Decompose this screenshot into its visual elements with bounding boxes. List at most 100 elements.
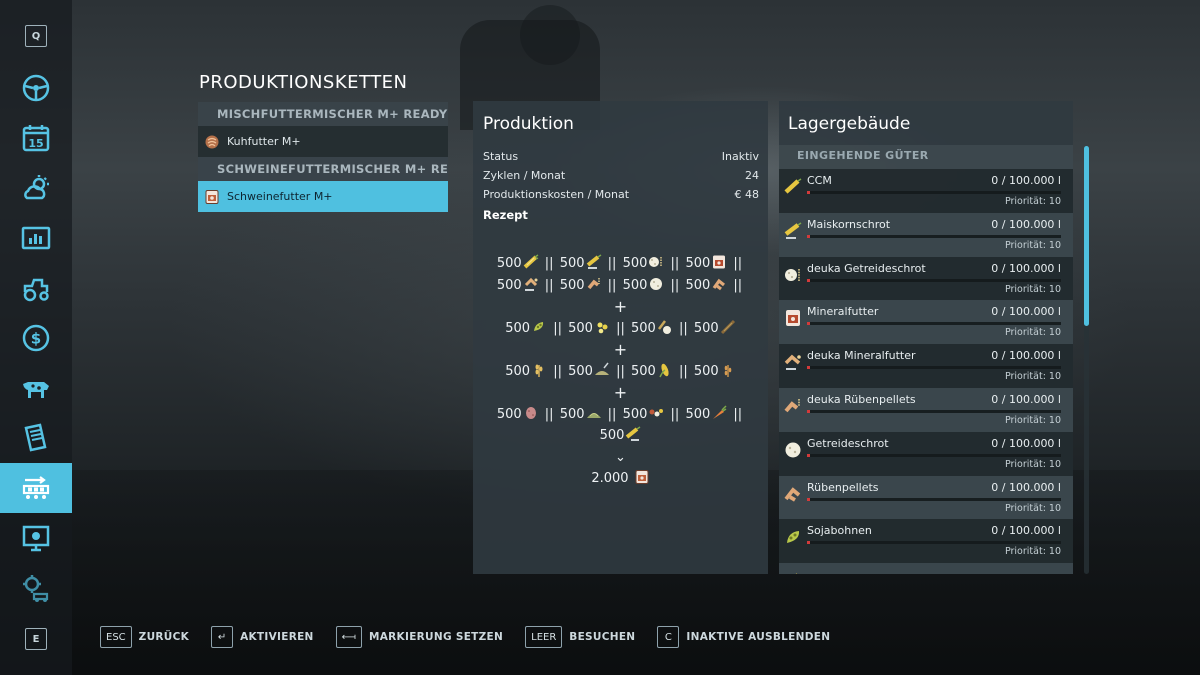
recipe-amount: 500: [631, 363, 656, 379]
fill-level-bar: [807, 409, 1061, 413]
sidebar-item-settings[interactable]: [0, 563, 72, 613]
recipe-amount: 500: [599, 428, 625, 443]
goods-row[interactable]: Sojabohnen 0 / 100.000 l Priorität: 10: [779, 519, 1073, 564]
chain-item-kuhfutter[interactable]: Kuhfutter M+: [198, 126, 448, 157]
corn-meal-icon: [586, 254, 601, 269]
goods-name: deuka Rübenpellets: [807, 392, 916, 406]
activate-hint[interactable]: ↵ AKTIVIEREN: [211, 626, 314, 648]
chain-item-label: Kuhfutter M+: [227, 135, 301, 148]
goods-row[interactable]: Rübenpellets 0 / 100.000 l Priorität: 10: [779, 475, 1073, 520]
page-title: PRODUKTIONSKETTEN: [199, 72, 408, 93]
goods-row[interactable]: [779, 563, 1073, 574]
prev-page-key[interactable]: Q: [25, 25, 47, 47]
main-menu-sidebar: Q 15 $ E: [0, 0, 72, 675]
next-page-key[interactable]: E: [25, 628, 47, 650]
carrot-icon: [713, 404, 727, 419]
status-value: Inaktiv: [721, 150, 759, 163]
back-hint[interactable]: ESC ZURÜCK: [100, 626, 189, 648]
sidebar-item-weather[interactable]: [0, 163, 72, 213]
hay-icon: [586, 412, 601, 418]
storage-panel: Lagergebäude EINGEHENDE GÜTER CCM 0 / 10…: [779, 101, 1073, 574]
goods-name: Mineralfutter: [807, 305, 879, 319]
goods-row[interactable]: Maiskornschrot 0 / 100.000 l Priorität: …: [779, 212, 1073, 257]
beet-pellets-icon: [587, 277, 600, 289]
soybean-icon: [787, 531, 800, 544]
goods-amount: 0 / 100.000 l: [991, 305, 1061, 319]
production-panel: Produktion Status Inaktiv Zyklen / Monat 2…: [473, 101, 768, 574]
goods-amount: 0 / 100.000 l: [991, 349, 1061, 363]
goods-amount: 0 / 100.000 l: [991, 174, 1061, 187]
set-marker-hint[interactable]: ⟻ MARKIERUNG SETZEN: [335, 626, 504, 648]
recipe-arrow: ⌄: [615, 449, 626, 465]
sidebar-item-vehicles[interactable]: [0, 263, 72, 313]
goods-name: Maiskornschrot: [807, 217, 891, 231]
cycles-label: Zyklen / Monat: [483, 169, 566, 182]
hide-inactive-hint[interactable]: C INAKTIVE AUSBLENDEN: [657, 626, 830, 648]
recipe-amount: 500: [505, 363, 531, 379]
fill-level-bar: [807, 541, 1061, 545]
chain-group-header[interactable]: MISCHFUTTERMISCHER M+ READY - II: [198, 102, 448, 126]
fill-level-bar: [807, 278, 1061, 282]
sidebar-item-calendar[interactable]: 15: [0, 113, 72, 163]
deuka-mineral-feed-icon: [524, 277, 538, 291]
production-chain-list: MISCHFUTTERMISCHER M+ READY - II Kuhfutt…: [198, 102, 448, 212]
ccm-icon: [523, 254, 539, 269]
scrollbar-thumb[interactable]: [1084, 146, 1089, 326]
visit-hint[interactable]: LEER BESUCHEN: [525, 626, 635, 648]
sidebar-item-finances[interactable]: $: [0, 313, 72, 363]
sidebar-item-animals[interactable]: [0, 363, 72, 413]
goods-row[interactable]: deuka Rübenpellets 0 / 100.000 l Priorit…: [779, 387, 1073, 432]
goods-row[interactable]: deuka Mineralfutter 0 / 100.000 l Priori…: [779, 344, 1073, 388]
svg-text:$: $: [31, 330, 41, 348]
goods-name: Sojabohnen: [807, 524, 872, 538]
recipe-amount: 500: [568, 363, 593, 379]
grain-meal-icon: [650, 277, 663, 290]
recipe-amount: 500: [693, 363, 719, 379]
goods-amount: 0 / 100.000 l: [991, 524, 1061, 538]
goods-amount: 0 / 100.000 l: [991, 217, 1061, 231]
recipe-line: 500: [473, 425, 768, 447]
recipe-amount: 500: [496, 256, 522, 271]
recipe-amount: 500: [622, 277, 648, 293]
chain-group-header[interactable]: SCHWEINEFUTTERMISCHER M+ READY .: [198, 157, 448, 181]
beet-pellets-icon: [784, 398, 800, 413]
sidebar-item-production[interactable]: [0, 463, 72, 513]
hint-label: MARKIERUNG SETZEN: [369, 631, 504, 643]
sidebar-item-vehicle-control[interactable]: [0, 63, 72, 113]
svg-text:15: 15: [28, 137, 43, 150]
costs-value: € 48: [734, 188, 760, 201]
sidebar-item-help[interactable]: [0, 513, 72, 563]
grain-meal-icon: [785, 268, 800, 281]
fill-level-bar: [807, 322, 1061, 326]
goods-row[interactable]: CCM 0 / 100.000 l Priorität: 10: [779, 169, 1073, 213]
goods-name: deuka Mineralfutter: [807, 349, 916, 363]
goods-row[interactable]: Mineralfutter 0 / 100.000 l Priorität: 1…: [779, 300, 1073, 345]
goods-row[interactable]: Getreideschrot 0 / 100.000 l Priorität: …: [779, 431, 1073, 476]
goods-row[interactable]: deuka Getreideschrot 0 / 100.000 l Prior…: [779, 256, 1073, 301]
storage-scrollbar[interactable]: [1084, 146, 1089, 574]
finances-icon: $: [22, 324, 50, 352]
hint-label: AKTIVIEREN: [240, 631, 314, 643]
contracts-icon: [24, 423, 47, 452]
beet-pellets-icon: [712, 278, 726, 290]
goods-priority: Priorität: 10: [1004, 458, 1061, 470]
grain-meal-icon: [785, 442, 801, 458]
recipe-label: Rezept: [483, 208, 528, 222]
corn-meal-icon: [784, 222, 802, 239]
sidebar-item-contracts[interactable]: [0, 413, 72, 463]
corn-icon: [795, 573, 797, 574]
statistics-icon: [21, 226, 51, 250]
recipe-amount: 500: [496, 406, 522, 422]
goods-amount: 0 / 100.000 l: [991, 436, 1061, 450]
goods-priority: Priorität: 10: [1004, 502, 1061, 514]
recipe-line: 500 || 500 || 500 || 500: [473, 361, 768, 383]
steering-wheel-icon: [22, 74, 50, 102]
goods-name: deuka Getreideschrot: [807, 261, 926, 275]
sidebar-item-statistics[interactable]: [0, 213, 72, 263]
space-key: LEER: [525, 626, 563, 648]
c-key: C: [657, 626, 680, 648]
chain-item-schweinefutter[interactable]: Schweinefutter M+: [198, 181, 448, 212]
goods-priority: Priorität: 10: [1004, 239, 1061, 251]
backspace-key: ⟻: [335, 626, 362, 648]
grass-icon: [720, 319, 735, 334]
